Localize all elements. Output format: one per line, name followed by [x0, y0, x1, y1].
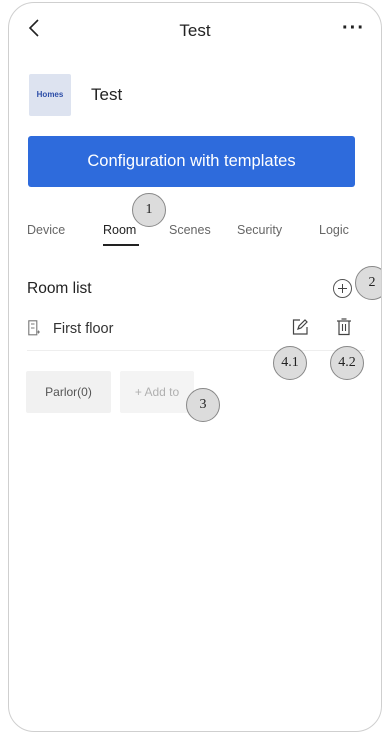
floor-divider: [27, 350, 365, 351]
app-header: Test ···: [9, 17, 381, 47]
active-tab-indicator: [103, 244, 139, 246]
room-list-title: Room list: [27, 280, 92, 297]
tab-scenes[interactable]: Scenes: [169, 223, 211, 237]
trash-icon: [337, 318, 351, 336]
edit-floor-button[interactable]: [291, 318, 309, 336]
add-room-chip[interactable]: + Add to: [120, 371, 194, 413]
top-notch: [159, 3, 249, 6]
floor-row: First floor: [9, 312, 381, 348]
configuration-with-templates-button[interactable]: Configuration with templates: [28, 136, 355, 187]
floor-name: First floor: [53, 321, 114, 337]
floor-icon: [28, 320, 40, 336]
callout-4-2: 4.2: [330, 346, 364, 380]
delete-floor-button[interactable]: [336, 318, 352, 336]
home-name: Test: [91, 85, 123, 104]
tab-device[interactable]: Device: [27, 223, 65, 237]
phone-frame: Test ··· Homes Test Configuration with t…: [8, 2, 382, 732]
callout-1: 1: [132, 193, 166, 227]
plus-circle-icon[interactable]: [333, 279, 352, 298]
more-menu-button[interactable]: ···: [333, 17, 365, 45]
callout-2: 2: [355, 266, 381, 300]
callout-3: 3: [186, 388, 220, 422]
page-title: Test: [179, 21, 211, 40]
room-chip-parlor[interactable]: Parlor(0): [26, 371, 111, 413]
callout-4-1: 4.1: [273, 346, 307, 380]
tab-logic[interactable]: Logic: [319, 223, 349, 237]
edit-icon: [292, 319, 308, 335]
tab-room[interactable]: Room: [103, 223, 136, 237]
tab-security[interactable]: Security: [237, 223, 282, 237]
home-logo: Homes: [29, 74, 71, 116]
tab-bar: Device Room Scenes Security Logic: [9, 215, 381, 247]
